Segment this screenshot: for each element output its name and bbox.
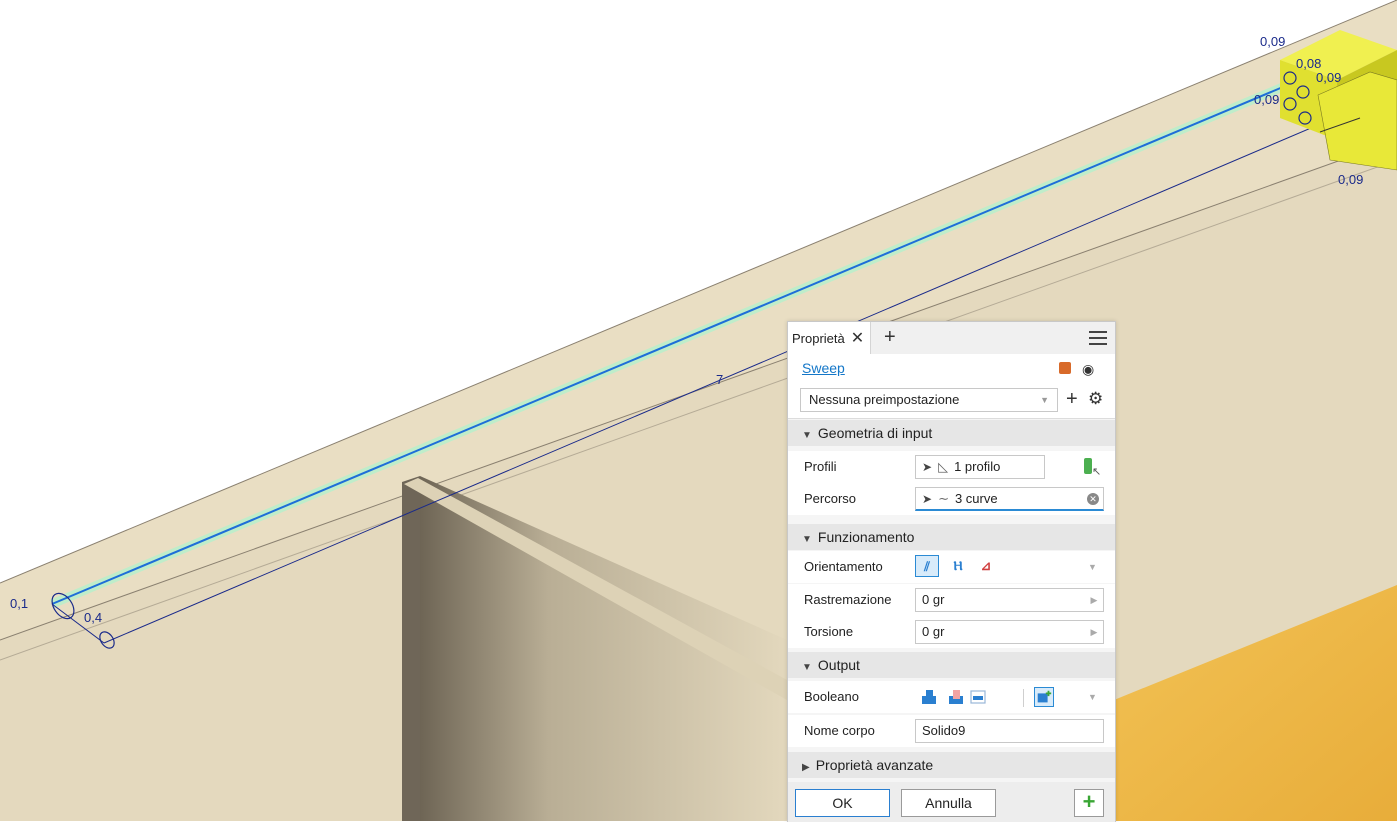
path-orientation-icon[interactable]: ⫽ — [915, 555, 939, 577]
field-value: 0 gr — [922, 624, 945, 639]
hamburger-menu-icon[interactable] — [1089, 331, 1107, 345]
taper-input[interactable]: 0 gr ▶ — [915, 588, 1104, 612]
row-twist: Torsione 0 gr ▶ — [788, 616, 1115, 648]
chevron-down-icon[interactable]: ▼ — [1088, 681, 1097, 713]
collapse-triangle-icon: ▼ — [802, 430, 812, 441]
section-title: Output — [817, 657, 860, 673]
preset-value: Nessuna preimpostazione — [809, 392, 960, 407]
dimension-label[interactable]: 0,09 — [1260, 34, 1285, 49]
row-label: Percorso — [804, 491, 857, 506]
section-title: Proprietà avanzate — [815, 757, 934, 773]
profile-icon: ◺ — [938, 459, 949, 474]
dimension-label[interactable]: 0,09 — [1338, 172, 1363, 187]
preset-row: Nessuna preimpostazione ▼ + ⚙ — [788, 384, 1115, 419]
sweep-feature-icon — [1059, 362, 1071, 374]
row-label: Nome corpo — [804, 723, 875, 738]
dimension-label[interactable]: 0,09 — [1316, 70, 1341, 85]
dimension-label[interactable]: 7 — [716, 372, 723, 387]
join-icon[interactable] — [919, 687, 939, 707]
3d-viewport[interactable]: 0,09 0,08 0,09 0,09 0,09 7 0,1 0,4 — [0, 0, 1397, 821]
tab-properties[interactable]: Proprietà ✕ — [788, 322, 872, 354]
close-icon[interactable]: ✕ — [851, 328, 864, 348]
preset-dropdown[interactable]: Nessuna preimpostazione ▼ — [800, 388, 1058, 412]
row-label: Orientamento — [804, 559, 883, 574]
ok-button[interactable]: OK — [795, 789, 890, 817]
expand-triangle-icon: ▶ — [802, 762, 810, 773]
properties-panel: Proprietà ✕ + Sweep ◉ Nessuna preimposta… — [787, 321, 1116, 822]
add-preset-icon[interactable]: + — [1066, 389, 1078, 409]
panel-tabbar: Proprietà ✕ + — [788, 322, 1115, 354]
row-label: Torsione — [804, 624, 854, 639]
field-value: 3 curve — [954, 491, 998, 506]
row-boolean: Booleano ▼ — [788, 681, 1115, 713]
chevron-down-icon: ▼ — [1040, 395, 1049, 405]
gear-icon[interactable]: ⚙ — [1088, 389, 1103, 409]
section-title: Geometria di input — [817, 425, 933, 441]
row-label: Profili — [804, 459, 837, 474]
tab-title: Proprietà — [792, 330, 845, 346]
cancel-button[interactable]: Annulla — [901, 789, 996, 817]
plus-icon[interactable]: + — [884, 326, 896, 348]
chevron-right-icon[interactable]: ▶ — [1085, 589, 1103, 611]
feature-header: Sweep ◉ — [788, 354, 1115, 384]
fixed-orientation-icon[interactable]: Ⲏ — [946, 555, 970, 577]
row-taper: Rastremazione 0 gr ▶ — [788, 584, 1115, 616]
section-advanced[interactable]: ▶ Proprietà avanzate — [788, 752, 1115, 778]
clear-icon[interactable]: ✕ — [1087, 493, 1099, 505]
select-body-icon[interactable] — [1084, 458, 1092, 474]
chevron-down-icon[interactable]: ▼ — [1088, 551, 1097, 583]
collapse-triangle-icon: ▼ — [802, 534, 812, 545]
twist-input[interactable]: 0 gr ▶ — [915, 620, 1104, 644]
row-label: Rastremazione — [804, 592, 892, 607]
collapse-triangle-icon: ▼ — [802, 662, 812, 673]
row-label: Booleano — [804, 689, 859, 704]
divider-panel — [402, 476, 420, 821]
feature-name-link[interactable]: Sweep — [802, 360, 845, 376]
chevron-right-icon[interactable]: ▶ — [1085, 621, 1103, 643]
section-title: Funzionamento — [817, 529, 915, 545]
path-selector[interactable]: ➤ ∼ 3 curve ✕ — [915, 487, 1104, 511]
select-arrow-icon: ➤ — [922, 492, 933, 506]
dimension-label[interactable]: 0,09 — [1254, 92, 1279, 107]
row-body-name: Nome corpo Solido9 — [788, 715, 1115, 747]
row-path: Percorso ➤ ∼ 3 curve ✕ — [788, 483, 1115, 515]
eye-icon[interactable]: ◉ — [1082, 362, 1094, 376]
cut-icon[interactable] — [946, 687, 966, 707]
intersect-icon[interactable] — [968, 687, 988, 707]
select-arrow-icon: ➤ — [922, 460, 933, 474]
body-name-input[interactable]: Solido9 — [915, 719, 1104, 743]
dimension-label[interactable]: 0,4 — [84, 610, 102, 625]
dimension-label[interactable]: 0,08 — [1296, 56, 1321, 71]
new-solid-icon[interactable] — [1034, 687, 1054, 707]
row-profiles: Profili ➤ ◺ 1 profilo ↖ — [788, 451, 1115, 483]
panel-footer: OK Annulla + — [788, 782, 1115, 822]
section-output[interactable]: ▼ Output — [788, 652, 1115, 678]
apply-button[interactable]: + — [1074, 789, 1104, 817]
section-behavior[interactable]: ▼ Funzionamento — [788, 524, 1115, 550]
row-orientation: Orientamento ⫽ Ⲏ ⊿ ▼ — [788, 551, 1115, 583]
section-input-geometry[interactable]: ▼ Geometria di input — [788, 420, 1115, 446]
curve-icon: ∼ — [938, 491, 949, 506]
cursor-icon: ↖ — [1092, 466, 1102, 478]
field-value: 1 profilo — [954, 459, 1001, 474]
guide-rail-icon[interactable]: ⊿ — [974, 555, 998, 577]
divider — [1023, 689, 1024, 707]
field-value: 0 gr — [922, 592, 945, 607]
profiles-selector[interactable]: ➤ ◺ 1 profilo — [915, 455, 1045, 479]
dimension-label[interactable]: 0,1 — [10, 596, 28, 611]
field-value: Solido9 — [922, 723, 966, 738]
